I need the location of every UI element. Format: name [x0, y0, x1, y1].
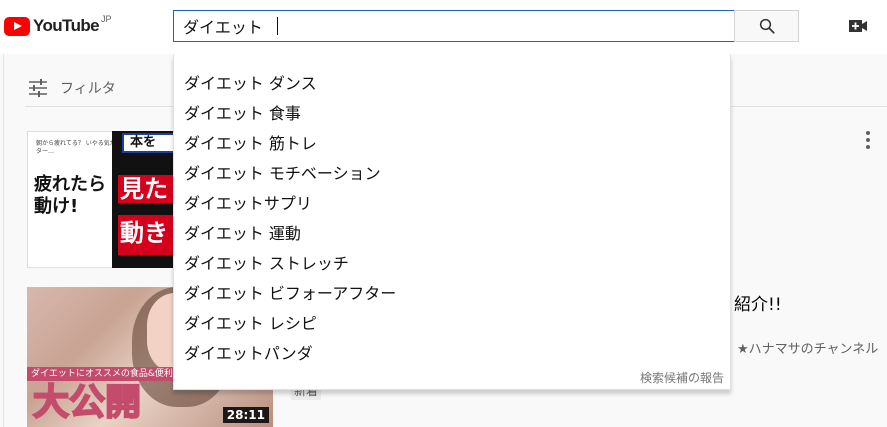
suggestion-item[interactable]: ダイエット レシピ: [174, 309, 730, 339]
suggestion-item[interactable]: ダイエット モチベーション: [174, 159, 730, 189]
suggestion-item[interactable]: ダイエット 筋トレ: [174, 129, 730, 159]
suggestion-item[interactable]: ダイエットサプリ: [174, 189, 730, 219]
suggestion-item[interactable]: ダイエットパンダ: [174, 339, 730, 369]
search-button[interactable]: [734, 10, 799, 42]
search-input[interactable]: ダイエット: [173, 10, 735, 42]
thumbnail-side-top: 見た: [120, 175, 168, 203]
report-suggestions-link[interactable]: 検索候補の報告: [640, 369, 724, 386]
thumbnail-tag: 本を: [122, 133, 173, 153]
text-caret: [276, 17, 278, 35]
search-icon: [759, 18, 775, 34]
search-suggestions: ダイエット ダンス ダイエット 食事 ダイエット 筋トレ ダイエット モチベーシ…: [173, 54, 731, 390]
country-code: JP: [101, 14, 112, 24]
youtube-play-icon: [4, 16, 30, 36]
create-button[interactable]: [848, 17, 868, 35]
more-actions-icon[interactable]: [866, 131, 870, 149]
thumbnail-main-text: 大公開: [32, 381, 142, 424]
channel-name[interactable]: ★ハナマサのチャンネル: [737, 338, 878, 357]
suggestion-item[interactable]: ダイエット 運動: [174, 219, 730, 249]
suggestion-item[interactable]: ダイエット ビフォーアフター: [174, 279, 730, 309]
video-camera-plus-icon: [849, 20, 867, 32]
filter-label: フィルタ: [60, 81, 116, 97]
video-thumbnail-1-side[interactable]: 本を 見た 動き: [112, 131, 173, 268]
filter-sliders-icon: [29, 79, 47, 97]
youtube-logo[interactable]: YouTube JP: [4, 14, 112, 38]
thumbnail-main-text: 疲れたら 動け!: [34, 174, 106, 217]
logo-text: YouTube: [33, 16, 100, 35]
suggestion-item[interactable]: ダイエット 食事: [174, 99, 730, 129]
search-input-value: ダイエット: [183, 18, 263, 37]
suggestion-item[interactable]: ダイエット ダンス: [174, 69, 730, 99]
top-bar: YouTube JP ダイエット: [0, 0, 887, 54]
filter-button[interactable]: フィルタ: [28, 78, 116, 98]
duration-badge: 28:11: [222, 407, 269, 423]
video-title[interactable]: 紹介!!: [734, 290, 782, 315]
thumbnail-side-bottom: 動き: [120, 219, 168, 247]
suggestion-item[interactable]: ダイエット ストレッチ: [174, 249, 730, 279]
